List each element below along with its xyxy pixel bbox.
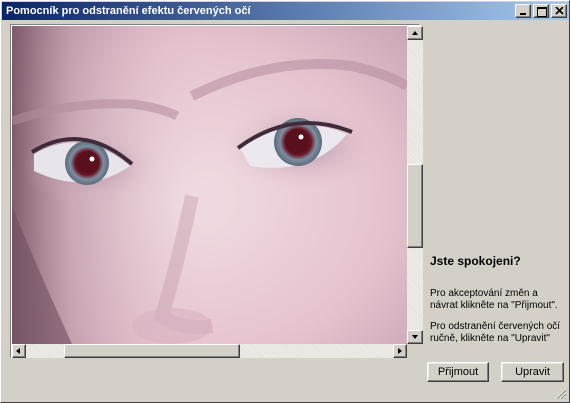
accept-instructions: Pro akceptování změn a návrat klikněte n… bbox=[430, 288, 558, 311]
minimize-button[interactable] bbox=[515, 4, 531, 18]
face-photo-image bbox=[12, 26, 407, 344]
close-icon bbox=[555, 7, 564, 15]
horizontal-scroll-thumb[interactable] bbox=[64, 344, 240, 358]
arrow-left-icon bbox=[16, 348, 20, 354]
scrollbar-corner bbox=[407, 344, 423, 358]
scroll-left-button[interactable] bbox=[12, 344, 26, 358]
title-bar-buttons bbox=[513, 4, 567, 18]
manual-edit-instructions: Pro odstranění červených očí ručně, klik… bbox=[430, 321, 561, 344]
arrow-right-icon bbox=[398, 348, 402, 354]
photo-preview[interactable] bbox=[12, 26, 407, 344]
window-title: Pomocník pro odstranění efektu červených… bbox=[6, 5, 251, 17]
arrow-up-icon bbox=[412, 31, 418, 35]
vertical-scrollbar[interactable] bbox=[407, 26, 423, 344]
scroll-down-button[interactable] bbox=[407, 330, 423, 344]
satisfaction-question: Jste spokojeni? bbox=[430, 254, 521, 268]
image-viewport[interactable] bbox=[10, 24, 423, 358]
horizontal-scrollbar[interactable] bbox=[12, 344, 407, 358]
close-button[interactable] bbox=[551, 4, 567, 18]
maximize-button[interactable] bbox=[533, 4, 549, 18]
red-eye-dialog: Pomocník pro odstranění efektu červených… bbox=[0, 0, 570, 403]
title-bar[interactable]: Pomocník pro odstranění efektu červených… bbox=[2, 2, 569, 20]
vertical-scroll-thumb[interactable] bbox=[407, 164, 423, 248]
edit-button[interactable]: Upravit bbox=[501, 362, 564, 382]
scroll-right-button[interactable] bbox=[393, 344, 407, 358]
scroll-up-button[interactable] bbox=[407, 26, 423, 40]
arrow-down-icon bbox=[412, 335, 418, 339]
accept-button[interactable]: Přijmout bbox=[427, 362, 489, 382]
resize-grip-icon[interactable] bbox=[555, 388, 567, 400]
